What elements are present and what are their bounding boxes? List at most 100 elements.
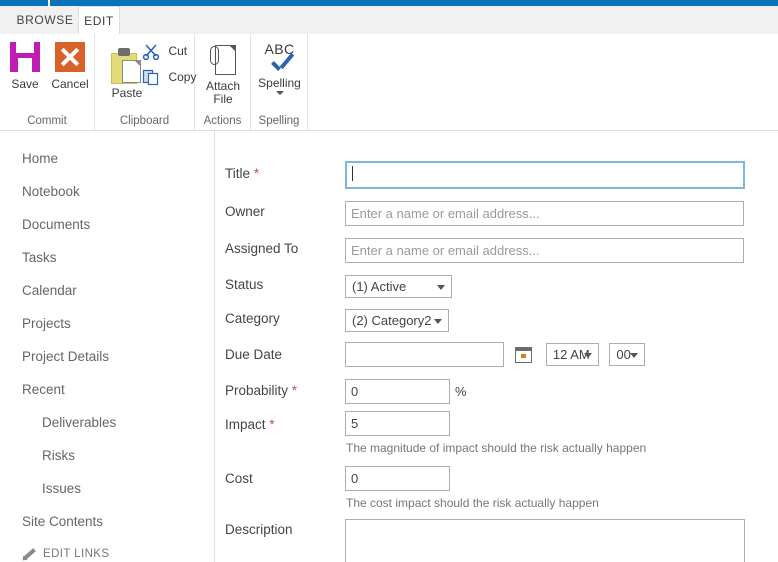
owner-input-wrap bbox=[345, 201, 744, 226]
copy-button[interactable]: Copy bbox=[142, 68, 198, 86]
sidebar-item-risks[interactable]: Risks bbox=[0, 448, 214, 464]
probability-label: Probability * bbox=[225, 383, 298, 398]
assigned-to-label: Assigned To bbox=[225, 241, 299, 256]
save-button-label: Save bbox=[11, 77, 39, 91]
impact-hint: The magnitude of impact should the risk … bbox=[346, 441, 647, 455]
copy-button-label: Copy bbox=[168, 70, 197, 85]
description-textarea[interactable] bbox=[345, 519, 745, 562]
cancel-button[interactable]: Cancel bbox=[48, 42, 92, 91]
description-label: Description bbox=[225, 522, 293, 537]
cost-input[interactable] bbox=[345, 466, 450, 491]
clipboard-icon bbox=[111, 48, 143, 84]
due-date-hour-select[interactable]: 12 AM bbox=[545, 343, 599, 366]
spelling-button-label: Spelling bbox=[258, 76, 301, 90]
chevron-down-icon bbox=[437, 285, 445, 290]
sidebar-item-project-details[interactable]: Project Details bbox=[0, 349, 214, 365]
title-label: Title * bbox=[225, 166, 260, 181]
save-button[interactable]: Save bbox=[4, 42, 46, 91]
sidebar-item-issues[interactable]: Issues bbox=[0, 481, 214, 497]
abc-text: ABC bbox=[264, 41, 295, 57]
ribbon: Save Cancel Commit Paste Cut Copy Clipbo… bbox=[0, 34, 778, 131]
category-select-value: (2) Category2 bbox=[352, 313, 432, 328]
tab-edit-label: EDIT bbox=[84, 14, 114, 28]
due-date-input[interactable] bbox=[345, 342, 504, 367]
owner-input[interactable] bbox=[345, 201, 744, 226]
ribbon-group-label-spelling: Spelling bbox=[258, 115, 300, 127]
sidebar-item-calendar[interactable]: Calendar bbox=[0, 283, 214, 299]
status-select-wrap: (1) Active bbox=[345, 275, 452, 298]
ribbon-group-commit: Save Cancel Commit bbox=[0, 34, 95, 130]
cost-input-wrap bbox=[345, 466, 450, 491]
sidebar-item-projects[interactable]: Projects bbox=[0, 316, 214, 332]
probability-input-wrap: % bbox=[345, 379, 467, 404]
impact-label: Impact * bbox=[225, 417, 275, 432]
cost-label: Cost bbox=[225, 471, 253, 486]
ribbon-tab-strip: BROWSE EDIT bbox=[0, 6, 778, 35]
chevron-down-icon[interactable] bbox=[275, 91, 284, 95]
title-required-marker: * bbox=[253, 166, 260, 181]
left-navigation: Home Notebook Documents Tasks Calendar P… bbox=[0, 131, 215, 562]
sidebar-item-notebook[interactable]: Notebook bbox=[0, 184, 214, 200]
edit-links-label: EDIT LINKS bbox=[43, 548, 110, 560]
ribbon-group-label-clipboard: Clipboard bbox=[119, 115, 170, 127]
ribbon-group-label-commit: Commit bbox=[27, 115, 67, 127]
status-select[interactable]: (1) Active bbox=[345, 275, 452, 298]
ribbon-group-spelling: ABC Spelling Spelling bbox=[251, 34, 308, 130]
chevron-down-icon bbox=[630, 353, 639, 358]
cut-button-label: Cut bbox=[168, 44, 188, 59]
cancel-button-label: Cancel bbox=[51, 77, 89, 91]
owner-label: Owner bbox=[225, 204, 265, 219]
cut-button[interactable]: Cut bbox=[142, 42, 196, 61]
attach-file-button[interactable]: Attach File bbox=[198, 45, 248, 106]
tab-browse-label: BROWSE bbox=[16, 13, 74, 27]
sidebar-item-site-contents[interactable]: Site Contents bbox=[0, 514, 214, 530]
ribbon-group-actions: Attach File Actions bbox=[195, 34, 251, 130]
due-date-label: Due Date bbox=[225, 347, 283, 362]
status-select-value: (1) Active bbox=[352, 279, 407, 294]
edit-links-button[interactable]: EDIT LINKS bbox=[0, 547, 214, 561]
impact-input[interactable] bbox=[345, 411, 450, 436]
category-label: Category bbox=[225, 311, 280, 326]
paste-button-label: Paste bbox=[111, 86, 143, 100]
floppy-disk-icon bbox=[10, 42, 40, 72]
tab-browse[interactable]: BROWSE bbox=[14, 6, 76, 34]
impact-required-marker: * bbox=[269, 417, 275, 432]
assigned-to-input[interactable] bbox=[345, 238, 744, 263]
paperclip-page-icon bbox=[209, 45, 237, 77]
due-date-controls: 12 AM 00 bbox=[345, 342, 646, 367]
sidebar-item-tasks[interactable]: Tasks bbox=[0, 250, 214, 266]
sidebar-item-documents[interactable]: Documents bbox=[0, 217, 214, 233]
x-square-icon bbox=[55, 42, 85, 72]
cost-hint: The cost impact should the risk actually… bbox=[346, 496, 599, 510]
title-input[interactable] bbox=[345, 161, 745, 189]
risk-edit-form: Title * Owner Assigned To Status bbox=[216, 131, 778, 562]
calendar-picker-icon[interactable] bbox=[515, 346, 533, 363]
sidebar-item-deliverables[interactable]: Deliverables bbox=[0, 415, 214, 431]
description-input-wrap bbox=[345, 519, 745, 562]
due-date-minute-value: 00 bbox=[616, 347, 631, 362]
text-caret bbox=[352, 166, 353, 181]
sidebar-item-recent[interactable]: Recent bbox=[0, 382, 214, 398]
chevron-down-icon bbox=[583, 353, 592, 358]
ribbon-group-clipboard: Paste Cut Copy Clipboard bbox=[95, 34, 198, 130]
attach-file-label-line2: File bbox=[213, 92, 233, 106]
sidebar-item-home[interactable]: Home bbox=[0, 151, 214, 167]
due-date-minute-select[interactable]: 00 bbox=[609, 343, 646, 366]
abc-checkmark-icon: ABC bbox=[258, 41, 302, 76]
copy-pages-icon bbox=[142, 68, 160, 86]
assigned-to-input-wrap bbox=[345, 238, 744, 263]
probability-input[interactable] bbox=[345, 379, 450, 404]
pencil-icon bbox=[22, 547, 36, 561]
ribbon-group-label-actions: Actions bbox=[203, 115, 242, 127]
spelling-button[interactable]: ABC Spelling bbox=[253, 41, 306, 95]
impact-input-wrap bbox=[345, 411, 450, 436]
sharepoint-edit-form-window: BROWSE EDIT Save Cancel Commit Paste Cut… bbox=[0, 0, 778, 562]
status-label: Status bbox=[225, 277, 264, 292]
tab-edit[interactable]: EDIT bbox=[78, 6, 120, 35]
category-select[interactable]: (2) Category2 bbox=[345, 309, 449, 332]
probability-required-marker: * bbox=[291, 383, 298, 398]
probability-percent-suffix: % bbox=[455, 384, 467, 399]
category-select-wrap: (2) Category2 bbox=[345, 309, 449, 332]
title-input-wrap bbox=[345, 161, 745, 189]
chevron-down-icon bbox=[434, 319, 442, 324]
